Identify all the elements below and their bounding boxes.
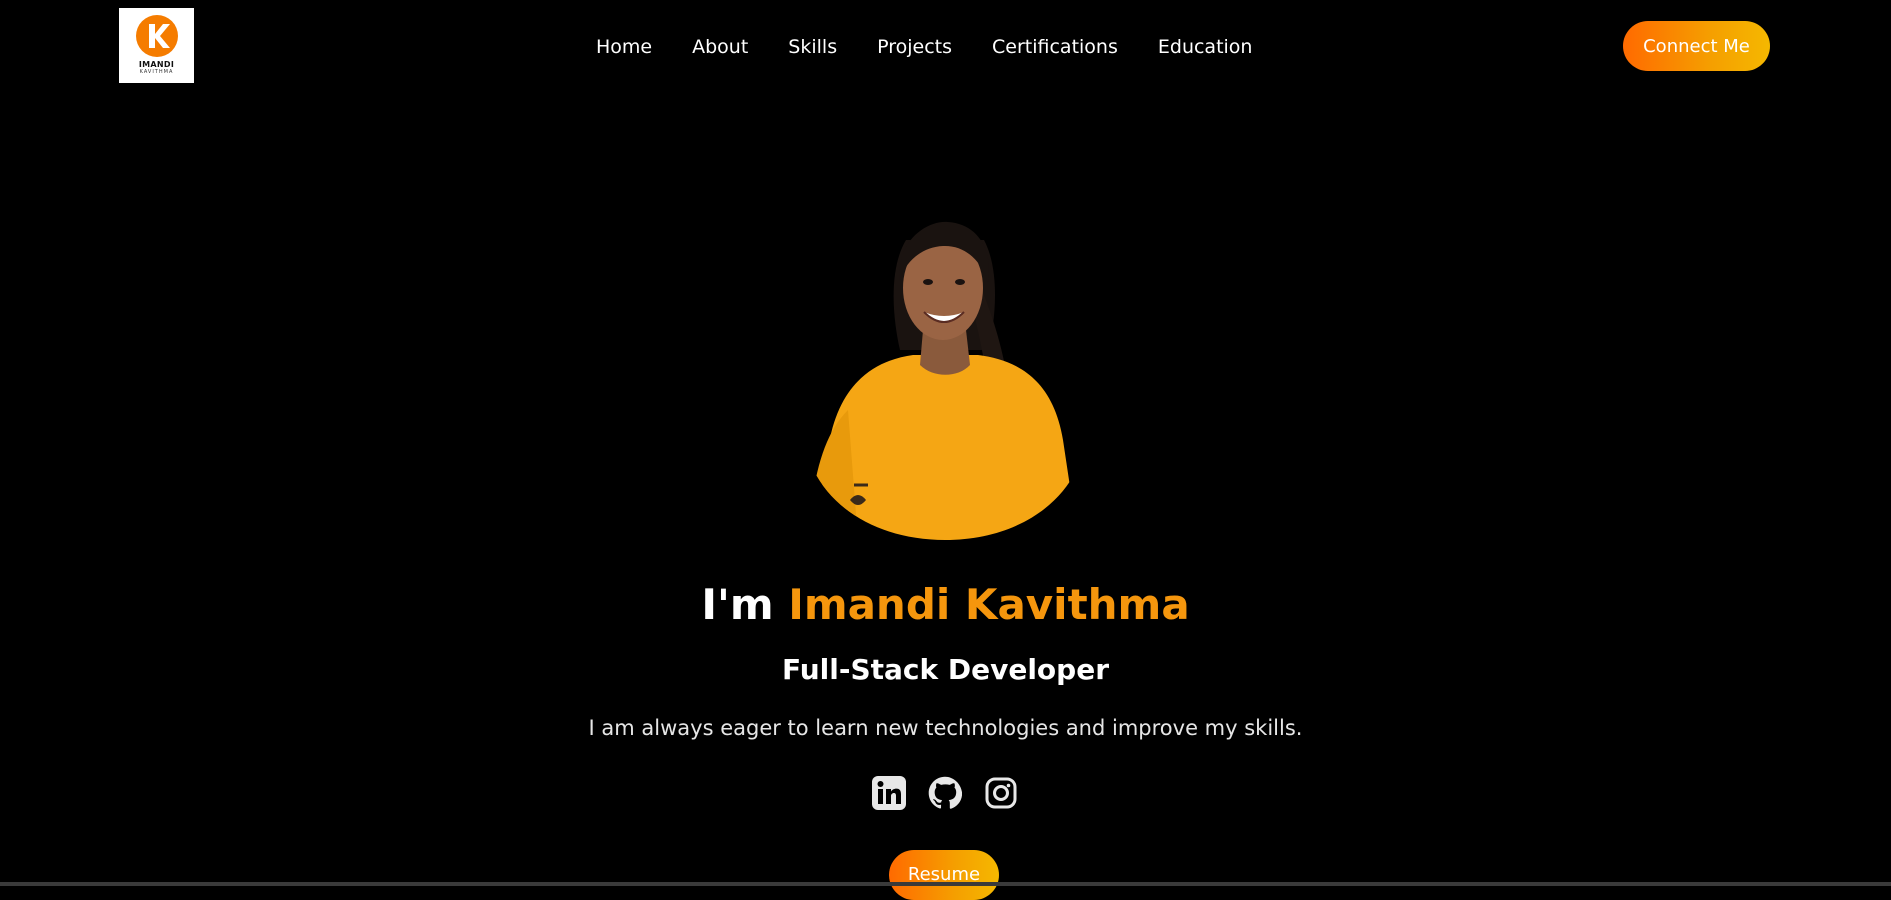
profile-photo (802, 220, 1088, 540)
hero-name: Imandi Kavithma (788, 580, 1190, 629)
nav-about[interactable]: About (692, 34, 748, 60)
nav-home[interactable]: Home (596, 34, 652, 60)
logo-name: IMANDI (138, 60, 175, 69)
hero-role: Full-Stack Developer (781, 653, 1110, 686)
instagram-icon (985, 777, 1017, 809)
nav-certifications[interactable]: Certifications (992, 34, 1118, 60)
linkedin-icon (872, 776, 906, 810)
instagram-link[interactable] (983, 775, 1019, 811)
linkedin-link[interactable] (871, 775, 907, 811)
main-nav: Home About Skills Projects Certification… (596, 34, 1252, 60)
connect-me-button[interactable]: Connect Me (1623, 21, 1770, 71)
nav-skills[interactable]: Skills (788, 34, 837, 60)
nav-education[interactable]: Education (1158, 34, 1253, 60)
logo-subtitle: KAVITHMA (139, 69, 174, 75)
logo-k-icon (135, 15, 178, 57)
site-logo[interactable]: IMANDI KAVITHMA (119, 8, 194, 83)
window-bottom-edge (0, 882, 1891, 886)
github-link[interactable] (927, 775, 963, 811)
resume-button[interactable]: Resume (889, 850, 999, 900)
hero-title: I'm Imandi Kavithma (0, 580, 1891, 630)
hero-tagline: I am always eager to learn new technolog… (588, 716, 1303, 740)
social-links (871, 775, 1019, 811)
nav-projects[interactable]: Projects (877, 34, 952, 60)
hero-greeting: I'm (701, 580, 789, 629)
github-icon (928, 776, 962, 809)
